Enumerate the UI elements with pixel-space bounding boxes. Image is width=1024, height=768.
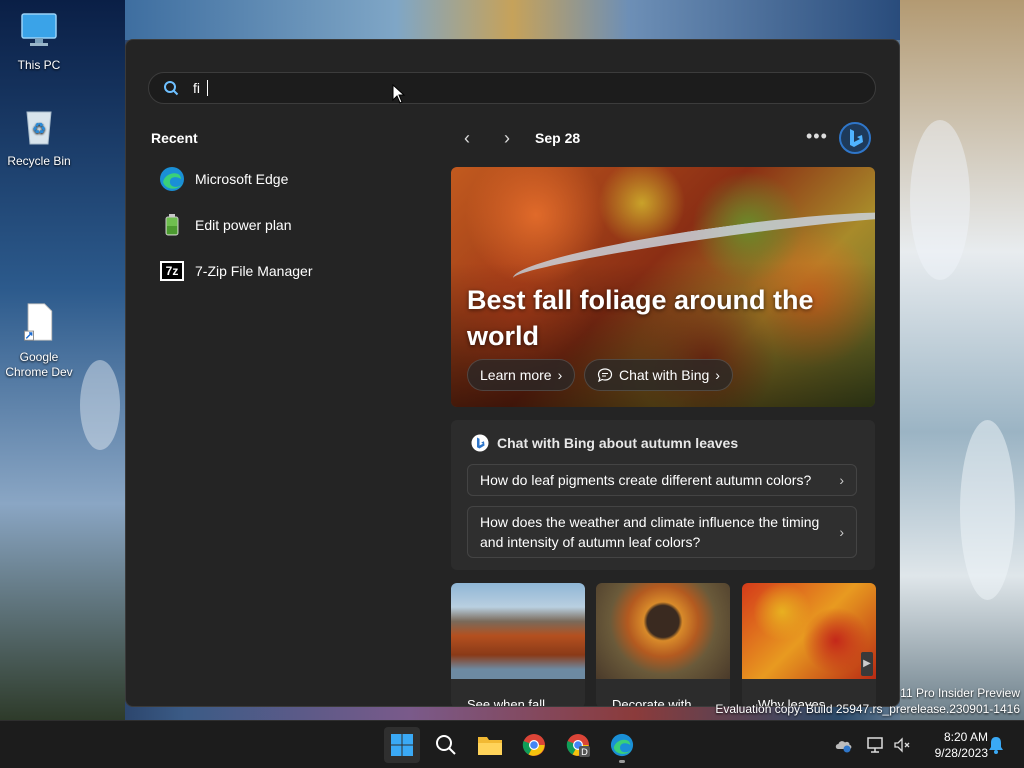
edge-taskbar-button[interactable] — [604, 727, 640, 763]
volume-muted-icon[interactable] — [892, 735, 912, 755]
clock-time: 8:20 AM — [943, 730, 988, 744]
power-plan-icon — [159, 212, 185, 238]
bing-button[interactable] — [839, 122, 871, 154]
scroll-right-button[interactable]: ▶ — [861, 652, 873, 676]
chat-card-title: Chat with Bing about autumn leaves — [471, 434, 738, 452]
thumbnail-image — [596, 583, 730, 679]
search-input[interactable]: fi — [193, 80, 200, 96]
recent-item-microsoft-edge[interactable]: Microsoft Edge — [151, 160, 421, 198]
widget-date: Sep 28 — [535, 130, 581, 146]
desktop-icon-label: Google Chrome Dev — [5, 350, 73, 379]
recent-item-label: Microsoft Edge — [195, 171, 289, 187]
suggested-question[interactable]: How do leaf pigments create different au… — [467, 464, 857, 496]
running-indicator — [619, 760, 625, 763]
search-icon — [164, 81, 179, 96]
recycle-bin-icon: ♻ — [26, 111, 52, 145]
notification-bell-icon[interactable] — [986, 735, 1006, 755]
watermark-line1: 11 Pro Insider Preview — [900, 686, 1020, 700]
chevron-right-icon: › — [715, 367, 720, 383]
more-options-icon[interactable]: ••• — [806, 126, 828, 147]
start-menu: fi Recent Microsoft Edge Edit power plan… — [125, 39, 900, 707]
onedrive-icon[interactable] — [834, 735, 854, 755]
chat-with-bing-button[interactable]: Chat with Bing › — [584, 359, 733, 391]
bing-icon — [850, 129, 863, 147]
7zip-badge: 7z — [160, 261, 184, 281]
learn-more-label: Learn more — [480, 367, 552, 383]
next-day-button[interactable]: › — [497, 128, 517, 148]
hero-title: Best fall foliage around the world — [467, 285, 814, 351]
chevron-right-icon: › — [839, 472, 844, 488]
chrome-dev-button[interactable]: D — [560, 727, 596, 763]
desktop-icon-chrome-dev[interactable]: Google Chrome Dev — [3, 302, 75, 380]
mouse-cursor-icon — [392, 84, 406, 104]
taskbar-search-button[interactable] — [428, 727, 464, 763]
chrome-dev-icon: D — [566, 734, 590, 757]
desktop-icon-label: This PC — [17, 58, 61, 72]
recent-item-edit-power-plan[interactable]: Edit power plan — [151, 206, 421, 244]
edge-icon — [610, 733, 634, 757]
7zip-icon: 7z — [159, 258, 185, 284]
svg-text:D: D — [581, 748, 588, 757]
desktop-icon-label: Recycle Bin — [7, 154, 71, 168]
chevron-right-icon: › — [557, 367, 563, 383]
file-shortcut-icon — [24, 303, 53, 341]
bing-icon — [471, 434, 489, 452]
thumbnail-image — [742, 583, 876, 679]
folder-icon — [478, 737, 502, 755]
thumbnail-image — [451, 583, 585, 679]
search-icon — [436, 735, 456, 755]
taskbar: D 8:20 AM 9/28/2023 — [0, 720, 1024, 768]
thumbnail-title: Decorate with — [612, 697, 692, 707]
chevron-right-icon: › — [839, 524, 844, 540]
recent-item-label: 7-Zip File Manager — [195, 263, 313, 279]
edge-icon — [159, 166, 185, 192]
chat-with-bing-label: Chat with Bing — [619, 367, 710, 383]
start-button[interactable] — [384, 727, 420, 763]
recent-heading: Recent — [151, 130, 198, 146]
chat-bubble-icon — [597, 368, 613, 383]
network-icon[interactable] — [866, 735, 886, 755]
desktop-icon-this-pc[interactable]: This PC — [3, 10, 75, 73]
text-caret — [207, 80, 208, 96]
search-box[interactable]: fi — [148, 72, 876, 104]
learn-more-button[interactable]: Learn more › — [467, 359, 576, 391]
thumbnail-title: See when fall — [467, 697, 546, 707]
desktop-icon-recycle-bin[interactable]: ♻ Recycle Bin — [3, 106, 75, 169]
recent-item-label: Edit power plan — [195, 217, 292, 233]
windows-icon — [391, 734, 413, 756]
previous-day-button[interactable]: ‹ — [457, 128, 477, 148]
news-thumbnail[interactable]: Decorate with — [596, 583, 730, 707]
widget-nav: ‹ › Sep 28 ••• — [451, 122, 876, 154]
recent-item-7zip[interactable]: 7z 7-Zip File Manager — [151, 252, 421, 290]
news-thumbnail[interactable]: Why leaves — [742, 583, 876, 706]
hero-card[interactable]: Best fall foliage around the world Learn… — [451, 167, 875, 407]
system-clock[interactable]: 8:20 AM 9/28/2023 — [920, 729, 988, 761]
svg-text:♻: ♻ — [32, 119, 46, 138]
suggested-question[interactable]: How does the weather and climate influen… — [467, 506, 857, 558]
file-explorer-button[interactable] — [472, 727, 508, 763]
monitor-icon — [21, 13, 57, 46]
chrome-button[interactable] — [516, 727, 552, 763]
watermark-line2: Evaluation copy. Build 25947.rs_prerelea… — [715, 702, 1020, 716]
chrome-icon — [522, 734, 545, 756]
news-thumbnail[interactable]: See when fall — [451, 583, 585, 707]
bing-chat-card: Chat with Bing about autumn leaves How d… — [451, 420, 875, 570]
clock-date: 9/28/2023 — [934, 746, 988, 760]
